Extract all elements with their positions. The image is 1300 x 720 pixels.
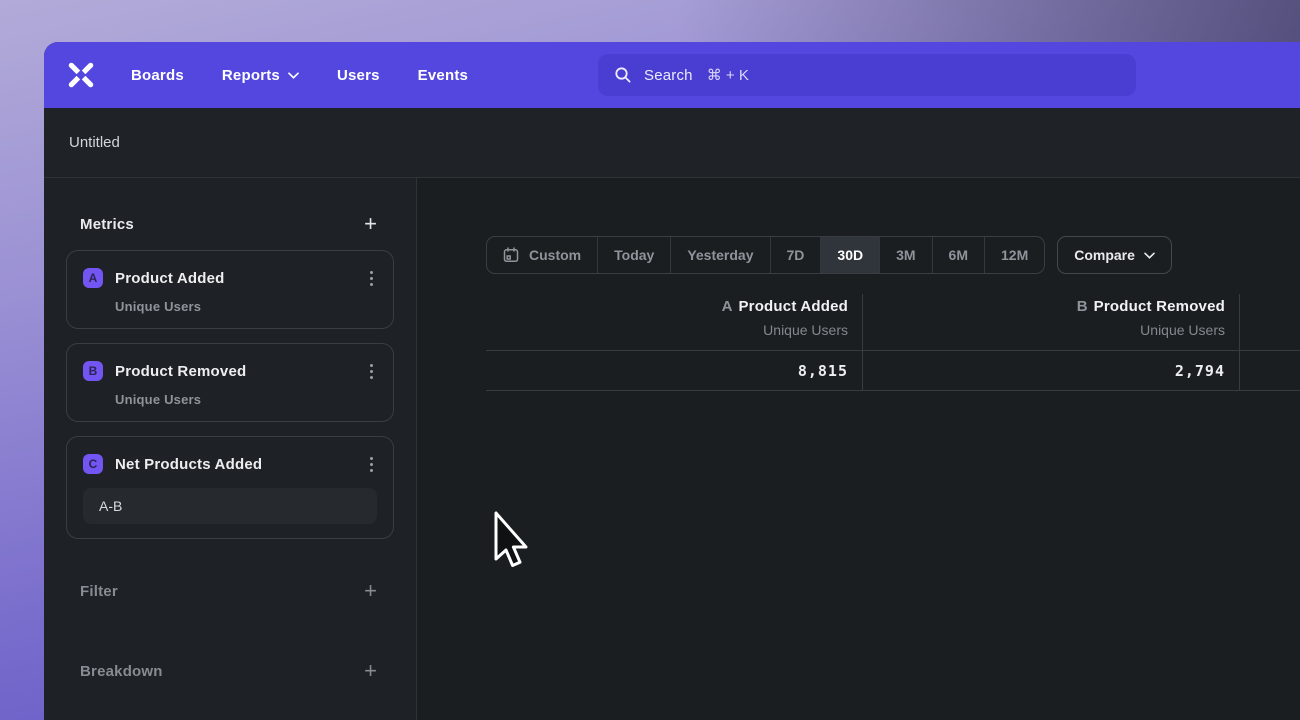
range-label: 6M <box>949 247 968 263</box>
desktop: { "brand": { "name": "mixpanel" }, "nav"… <box>0 0 1300 720</box>
compare-button[interactable]: Compare <box>1057 236 1172 274</box>
metric-card-a[interactable]: A Product Added Unique Users <box>66 250 394 329</box>
metric-measure[interactable]: Unique Users <box>115 392 377 407</box>
chevron-down-icon <box>1144 252 1155 259</box>
date-range-control: Custom Today Yesterday 7D 30D 3M 6M 12M <box>486 236 1045 274</box>
series-badge: C <box>83 454 103 474</box>
column-name: Product Removed <box>1094 298 1225 315</box>
metric-name: Product Added <box>115 270 366 287</box>
section-label: Filter <box>80 583 118 600</box>
table-header-title: A Product Added <box>486 298 848 315</box>
metric-card-b[interactable]: B Product Removed Unique Users <box>66 343 394 422</box>
results-table-row: 8,8152,794 <box>486 351 1300 391</box>
compare-label: Compare <box>1074 247 1135 263</box>
range-today[interactable]: Today <box>597 237 670 273</box>
nav-item-label: Boards <box>131 67 184 84</box>
nav-item-label: Reports <box>222 67 280 84</box>
table-value-a[interactable]: 8,815 <box>486 351 863 390</box>
series-letter: B <box>1077 298 1088 315</box>
kebab-menu-icon[interactable] <box>366 362 377 381</box>
search-shortcut: ⌘ + K <box>707 66 749 84</box>
metrics-header: Metrics + <box>66 212 394 236</box>
top-navbar: Boards Reports Users Events Search ⌘ + K <box>44 42 1300 108</box>
table-header-a: A Product Added Unique Users <box>486 294 863 350</box>
metric-name: Product Removed <box>115 363 366 380</box>
nav-item-label: Users <box>337 67 380 84</box>
sidebar-section-filter: Filter + <box>66 579 394 603</box>
column-name: Product Added <box>738 298 848 315</box>
nav-item-users[interactable]: Users <box>337 67 380 84</box>
content-area: Metrics + A Product Added Unique Users B Pro… <box>44 178 1300 720</box>
date-toolbar: Custom Today Yesterday 7D 30D 3M 6M 12M Compare <box>486 236 1300 274</box>
sidebar-section-breakdown: Breakdown + <box>66 659 394 683</box>
kebab-menu-icon[interactable] <box>366 455 377 474</box>
metrics-title: Metrics <box>80 216 134 233</box>
search-placeholder: Search <box>644 67 693 84</box>
range-3m[interactable]: 3M <box>879 237 931 273</box>
metric-measure[interactable]: Unique Users <box>115 299 377 314</box>
results-table-header: A Product Added Unique Users B Product Remov… <box>486 294 1300 351</box>
table-header-title: B Product Removed <box>863 298 1225 315</box>
range-label: 30D <box>837 247 863 263</box>
range-yesterday[interactable]: Yesterday <box>670 237 769 273</box>
nav-item-reports[interactable]: Reports <box>222 67 299 84</box>
table-header-b: B Product Removed Unique Users <box>863 294 1240 350</box>
nav-links: Boards Reports Users Events <box>131 67 468 84</box>
section-label: Breakdown <box>80 663 163 680</box>
search-input[interactable]: Search ⌘ + K <box>598 54 1136 96</box>
nav-item-events[interactable]: Events <box>418 67 468 84</box>
metric-card-head: B Product Removed <box>83 359 377 383</box>
range-6m[interactable]: 6M <box>932 237 984 273</box>
range-label: 12M <box>1001 247 1028 263</box>
column-measure: Unique Users <box>863 322 1225 338</box>
add-metric-button[interactable]: + <box>364 214 377 234</box>
range-label: Yesterday <box>687 247 753 263</box>
metric-card-head: A Product Added <box>83 266 377 290</box>
app-window: Boards Reports Users Events Search ⌘ + K Un… <box>44 42 1300 720</box>
metric-name: Net Products Added <box>115 456 366 473</box>
search-icon <box>614 66 632 84</box>
formula-input[interactable]: A-B <box>83 488 377 524</box>
range-label: Today <box>614 247 654 263</box>
metric-card-list: A Product Added Unique Users B Product Remov… <box>66 250 394 539</box>
series-badge: A <box>83 268 103 288</box>
report-title[interactable]: Untitled <box>69 134 120 151</box>
series-badge: B <box>83 361 103 381</box>
query-sidebar: Metrics + A Product Added Unique Users B Pro… <box>44 178 417 720</box>
chevron-down-icon <box>288 72 299 79</box>
range-12m[interactable]: 12M <box>984 237 1044 273</box>
range-30d[interactable]: 30D <box>820 237 879 273</box>
report-header: Untitled <box>44 108 1300 178</box>
report-main: Custom Today Yesterday 7D 30D 3M 6M 12M Compare… <box>417 178 1300 720</box>
add-filter-button[interactable]: + <box>364 581 377 601</box>
mixpanel-logo-icon[interactable] <box>68 62 94 88</box>
column-measure: Unique Users <box>486 322 848 338</box>
series-letter: A <box>722 298 733 315</box>
results-table: A Product Added Unique Users B Product Remov… <box>486 294 1300 391</box>
sidebar-sections: Filter + Breakdown + <box>66 579 394 683</box>
table-value-b[interactable]: 2,794 <box>863 351 1240 390</box>
calendar-icon <box>503 247 519 263</box>
add-breakdown-button[interactable]: + <box>364 661 377 681</box>
nav-item-boards[interactable]: Boards <box>131 67 184 84</box>
range-custom[interactable]: Custom <box>487 237 597 273</box>
metric-card-c[interactable]: C Net Products Added A-B <box>66 436 394 539</box>
nav-item-label: Events <box>418 67 468 84</box>
range-7d[interactable]: 7D <box>770 237 821 273</box>
range-label: 7D <box>787 247 805 263</box>
kebab-menu-icon[interactable] <box>366 269 377 288</box>
metric-card-head: C Net Products Added <box>83 452 377 476</box>
table-row-filler <box>1240 351 1300 390</box>
range-label: 3M <box>896 247 915 263</box>
table-header-filler <box>1240 294 1300 350</box>
range-label: Custom <box>529 247 581 263</box>
